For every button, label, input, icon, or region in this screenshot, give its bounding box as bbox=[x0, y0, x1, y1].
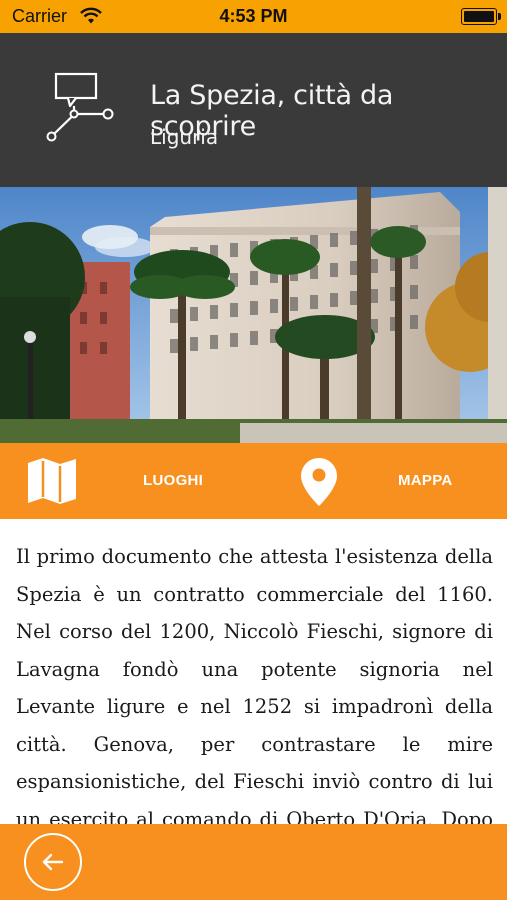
article-text: Il primo documento che attesta l'esisten… bbox=[16, 545, 493, 824]
battery-icon bbox=[461, 8, 501, 25]
hero-image bbox=[0, 187, 507, 443]
mappa-button[interactable]: MAPPA bbox=[253, 443, 506, 519]
status-bar: Carrier 4:53 PM bbox=[0, 0, 507, 33]
route-icon bbox=[42, 71, 122, 148]
action-bar: LUOGHI MAPPA bbox=[0, 443, 507, 519]
article-body: Il primo documento che attesta l'esisten… bbox=[0, 519, 507, 824]
arrow-left-icon bbox=[42, 853, 64, 871]
map-icon bbox=[26, 457, 78, 510]
back-button[interactable] bbox=[24, 833, 82, 891]
luoghi-label: LUOGHI bbox=[143, 472, 204, 489]
page-subtitle: Liguria bbox=[150, 125, 219, 149]
status-time: 4:53 PM bbox=[219, 6, 288, 26]
luoghi-button[interactable]: LUOGHI bbox=[0, 443, 253, 519]
footer-bar bbox=[0, 824, 507, 900]
location-pin-icon bbox=[300, 457, 338, 512]
header: La Spezia, città da scoprire Liguria bbox=[0, 33, 507, 187]
mappa-label: MAPPA bbox=[398, 472, 453, 489]
